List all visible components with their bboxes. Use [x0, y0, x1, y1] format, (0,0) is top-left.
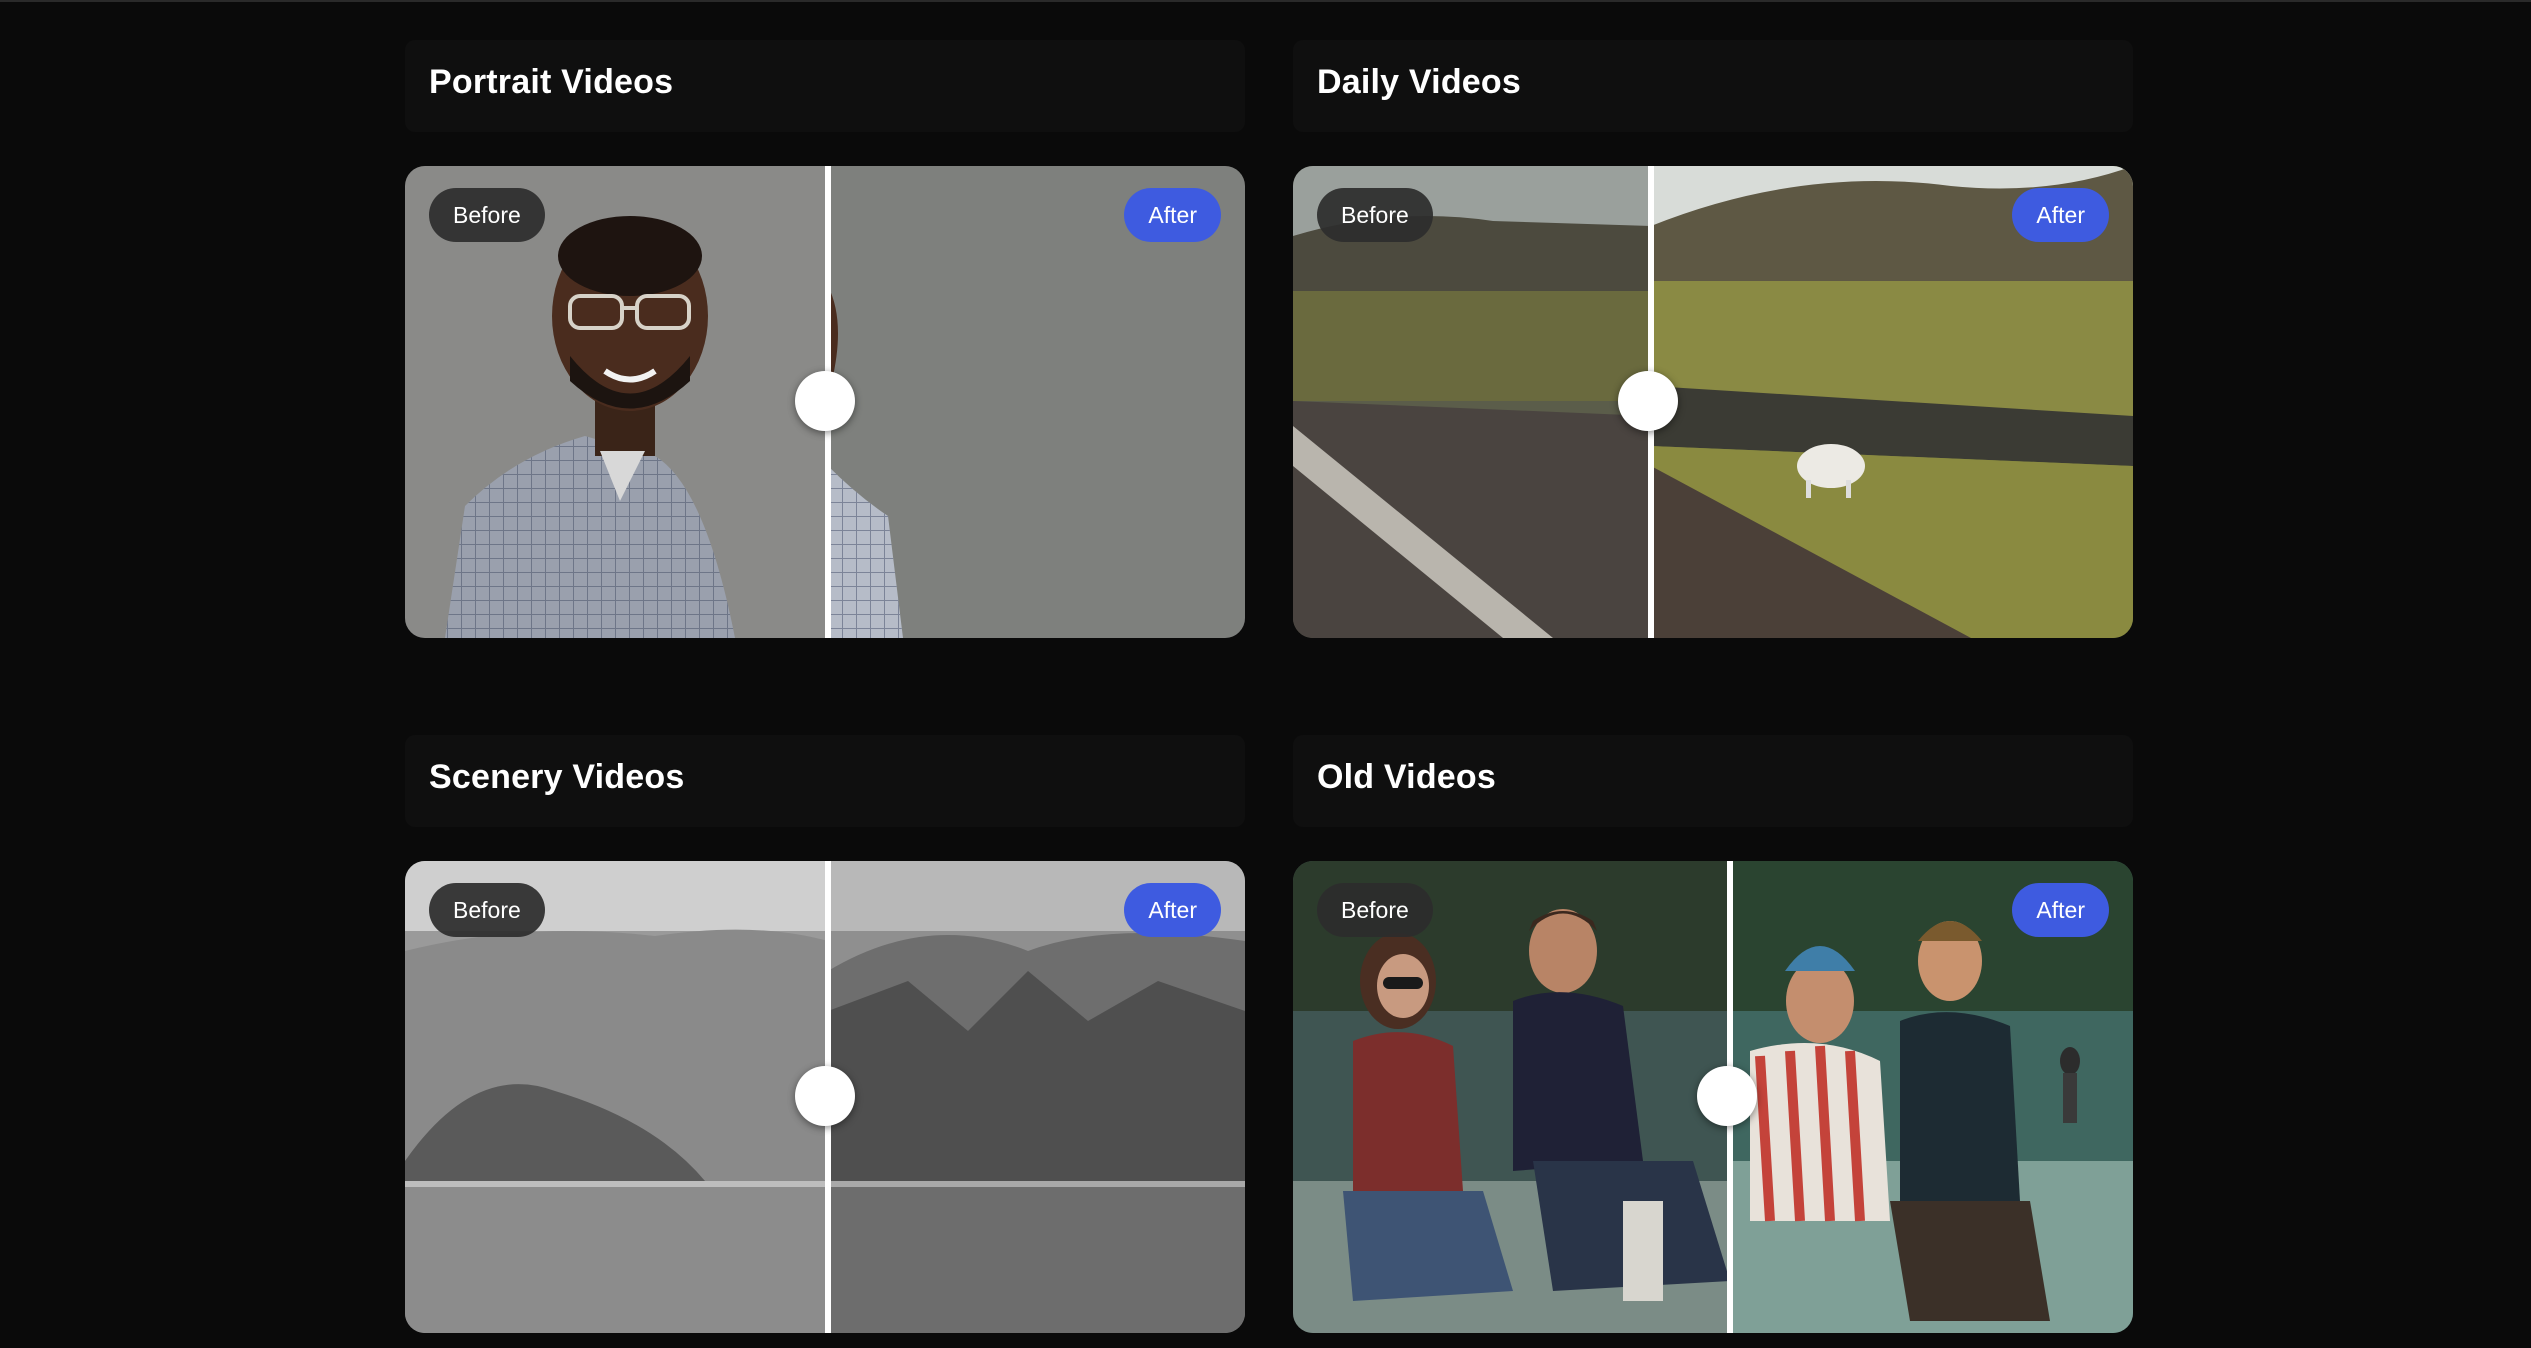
card-title: Portrait Videos	[429, 63, 674, 101]
after-badge: After	[1124, 883, 1221, 937]
before-after-comparison[interactable]: Before After	[1293, 861, 2133, 1333]
circle-handle-icon[interactable]	[1618, 371, 1678, 431]
card-header: Daily Videos	[1293, 40, 2133, 132]
card-title: Daily Videos	[1317, 63, 1521, 101]
after-badge: After	[2012, 883, 2109, 937]
after-badge: After	[1124, 188, 1221, 242]
before-after-comparison[interactable]: Before After	[1293, 166, 2133, 638]
before-badge: Before	[1317, 883, 1433, 937]
before-badge: Before	[429, 883, 545, 937]
before-badge: Before	[429, 188, 545, 242]
before-badge: Before	[1317, 188, 1433, 242]
top-border	[0, 0, 2531, 2]
card-header: Scenery Videos	[405, 735, 1245, 827]
card-header: Portrait Videos	[405, 40, 1245, 132]
circle-handle-icon[interactable]	[795, 371, 855, 431]
before-after-comparison[interactable]: Before After	[405, 861, 1245, 1333]
after-badge: After	[2012, 188, 2109, 242]
card-header: Old Videos	[1293, 735, 2133, 827]
circle-handle-icon[interactable]	[795, 1066, 855, 1126]
before-after-comparison[interactable]: Before After	[405, 166, 1245, 638]
card-title: Old Videos	[1317, 758, 1496, 796]
circle-handle-icon[interactable]	[1697, 1066, 1757, 1126]
card-title: Scenery Videos	[429, 758, 685, 796]
